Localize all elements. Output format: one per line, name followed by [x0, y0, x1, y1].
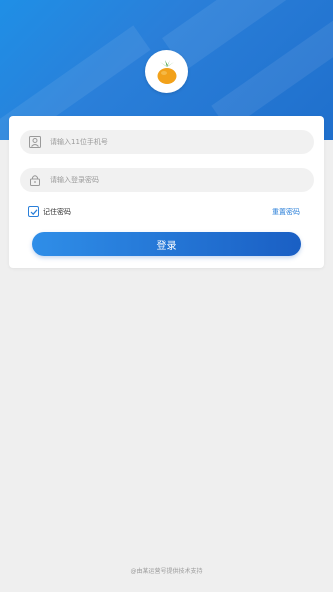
lock-icon — [28, 173, 42, 187]
remember-label: 记住密码 — [43, 207, 71, 216]
password-field[interactable] — [20, 168, 314, 192]
password-input[interactable] — [48, 175, 302, 185]
check-icon — [30, 208, 37, 215]
footer-credit: @由某运营号提供技术支持 — [130, 568, 203, 575]
login-button[interactable]: 登录 — [32, 232, 301, 256]
remember-password[interactable]: 记住密码 — [28, 206, 71, 217]
login-card: 记住密码 重置密码 登录 — [9, 116, 324, 268]
phone-input[interactable] — [48, 137, 302, 147]
phone-field[interactable] — [20, 130, 314, 154]
reset-password-link[interactable]: 重置密码 — [272, 207, 300, 217]
app-logo — [145, 50, 188, 93]
remember-checkbox[interactable] — [28, 206, 39, 217]
user-icon — [28, 135, 42, 149]
orange-fruit-icon — [157, 59, 176, 84]
